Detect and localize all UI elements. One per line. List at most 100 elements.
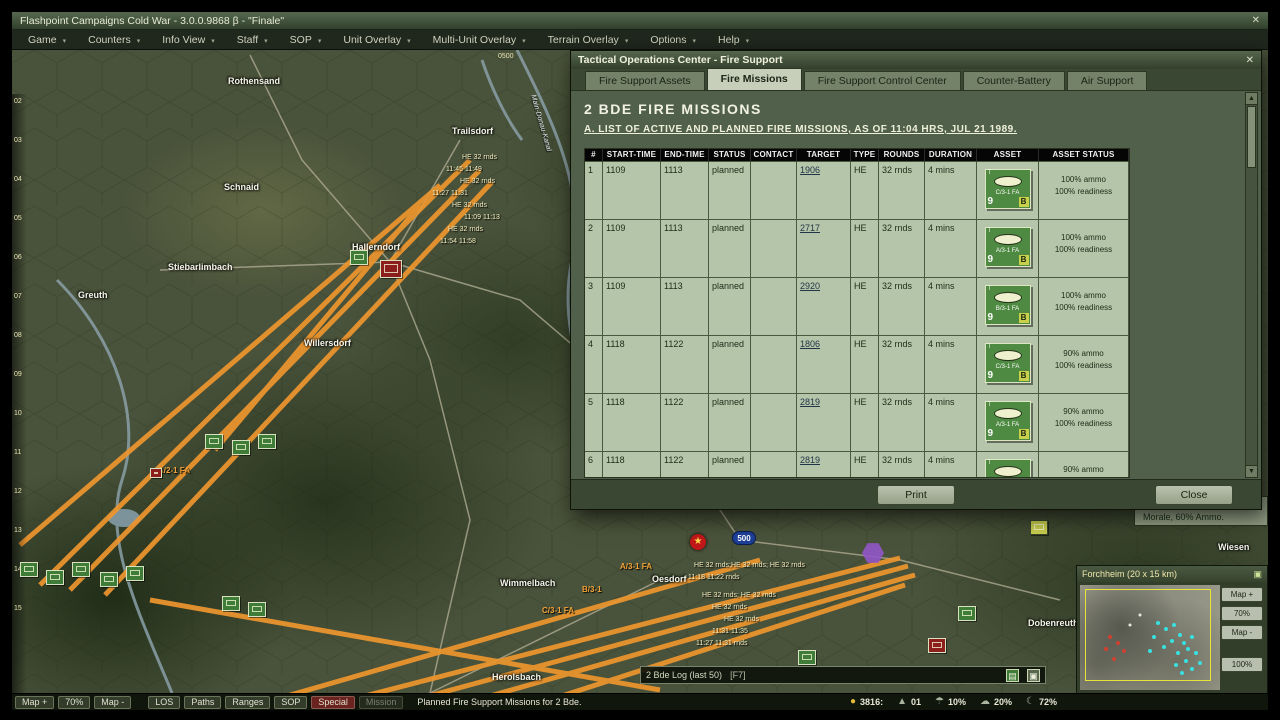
minimap-zoom-button[interactable]: 70% (1221, 606, 1263, 621)
toolbar-button[interactable]: Map + (15, 696, 54, 709)
print-button[interactable]: Print (877, 485, 955, 505)
unit-counter[interactable] (248, 602, 266, 617)
dialog-close-icon[interactable]: ✕ (1246, 55, 1254, 66)
minimap-zoom-button[interactable]: Map - (1221, 625, 1263, 640)
cell-rounds: 32 rnds (879, 220, 925, 278)
menu-item[interactable]: Help (710, 32, 757, 48)
cell-status: planned (709, 278, 751, 336)
indicator-icon: ▲ (897, 697, 907, 707)
unit-counter[interactable] (380, 260, 402, 278)
asset-counter[interactable]: T C/3-1 FA 9 B (985, 343, 1031, 383)
target-link[interactable]: 2920 (800, 281, 820, 291)
toolbar-button[interactable]: SOP (274, 696, 307, 709)
minimap-viewport-rect[interactable] (1085, 589, 1211, 681)
unit-counter[interactable] (150, 468, 162, 478)
place-label: Wiesen (1218, 542, 1249, 552)
menu-item[interactable]: Unit Overlay (335, 32, 418, 48)
unit-counter[interactable] (46, 570, 64, 585)
menu-item[interactable]: Terrain Overlay (540, 32, 637, 48)
map-marker[interactable]: 500 (732, 531, 756, 545)
menu-item[interactable]: Info View (154, 32, 223, 48)
dialog-tab[interactable]: Counter-Battery (963, 71, 1065, 90)
cell-duration: 4 mins (925, 452, 977, 478)
close-button[interactable]: Close (1155, 485, 1233, 505)
dialog-tab[interactable]: Fire Support Assets (585, 71, 705, 90)
target-link[interactable]: 1806 (800, 339, 820, 349)
asset-counter[interactable]: T B/3-1 FA 9 B (985, 459, 1031, 478)
cell-number: 1 (585, 162, 603, 220)
fire-mission-row[interactable]: 2 1109 1113 planned 2717 HE 32 rnds 4 mi… (585, 220, 1129, 278)
unit-counter[interactable] (258, 434, 276, 449)
cell-duration: 4 mins (925, 278, 977, 336)
dialog-tab[interactable]: Fire Support Control Center (804, 71, 961, 90)
toolbar-button[interactable]: Paths (184, 696, 221, 709)
hex-row-label: 03 (14, 137, 27, 144)
toolbar-button[interactable]: Special (311, 696, 355, 709)
target-link[interactable]: 2717 (800, 223, 820, 233)
unit-counter[interactable] (72, 562, 90, 577)
unit-counter[interactable] (100, 572, 118, 587)
fire-mission-row[interactable]: 5 1118 1122 planned 2819 HE 32 rnds 4 mi… (585, 394, 1129, 452)
dialog-tab[interactable]: Fire Missions (707, 68, 802, 90)
scroll-up-icon[interactable]: ▲ (1246, 93, 1257, 105)
artillery-symbol-icon (994, 408, 1022, 419)
unit-counter[interactable] (222, 596, 240, 611)
minimap-image[interactable] (1080, 585, 1220, 690)
toolbar-button[interactable]: Map - (94, 696, 131, 709)
scroll-down-icon[interactable]: ▼ (1246, 465, 1257, 477)
cell-type: HE (851, 452, 879, 478)
toolbar-button[interactable]: LOS (148, 696, 180, 709)
unit-counter[interactable] (232, 440, 250, 455)
unit-counter[interactable] (350, 250, 368, 265)
asset-readiness: 100% readiness (1042, 418, 1125, 430)
fire-mission-row[interactable]: 3 1109 1113 planned 2920 HE 32 rnds 4 mi… (585, 278, 1129, 336)
target-link[interactable]: 2819 (800, 455, 820, 465)
fire-mission-row[interactable]: 1 1109 1113 planned 1906 HE 32 rnds 4 mi… (585, 162, 1129, 220)
table-scrollbar[interactable]: ▲ ▼ (1245, 92, 1258, 478)
asset-ammo: 100% ammo (1042, 174, 1125, 186)
menu-item[interactable]: Game (20, 32, 74, 48)
target-link[interactable]: 1906 (800, 165, 820, 175)
cell-status: planned (709, 452, 751, 478)
log-pin-icon[interactable]: ▣ (1027, 669, 1040, 682)
menu-item[interactable]: Multi-Unit Overlay (425, 32, 534, 48)
minimap-zoom-button[interactable]: 100% (1221, 657, 1263, 672)
asset-counter[interactable]: T A/3-1 FA 9 B (985, 401, 1031, 441)
minimap-zoom-button[interactable]: Map + (1221, 587, 1263, 602)
menu-item[interactable]: Options (642, 32, 704, 48)
map-marker[interactable]: ★ (690, 534, 706, 550)
dialog-tab[interactable]: Air Support (1067, 71, 1148, 90)
minimap-menu-icon[interactable]: ▣ (1253, 569, 1262, 580)
cell-type: HE (851, 394, 879, 452)
toolbar-button[interactable]: Mission (359, 696, 404, 709)
fire-mission-row[interactable]: 6 1118 1122 planned 2819 HE 32 rnds 4 mi… (585, 452, 1129, 478)
unit-counter[interactable] (126, 566, 144, 581)
log-bar[interactable]: 2 Bde Log (last 50) [F7] ▤ ▣ (640, 666, 1046, 684)
cell-end-time: 1122 (661, 394, 709, 452)
asset-readiness: 100% readiness (1042, 244, 1125, 256)
menu-item[interactable]: Counters (80, 32, 148, 48)
unit-counter[interactable] (1030, 520, 1048, 535)
log-expand-icon[interactable]: ▤ (1006, 669, 1019, 682)
asset-counter[interactable]: T C/3-1 FA 9 B (985, 169, 1031, 209)
asset-counter[interactable]: T B/3-1 FA 9 B (985, 285, 1031, 325)
target-link[interactable]: 2819 (800, 397, 820, 407)
window-titlebar[interactable]: Flashpoint Campaigns Cold War - 3.0.0.98… (12, 12, 1268, 30)
scroll-thumb[interactable] (1247, 106, 1256, 168)
toolbar-button[interactable]: Ranges (225, 696, 270, 709)
fire-mission-annotation: B/3-1 (582, 585, 602, 594)
fire-mission-row[interactable]: 4 1118 1122 planned 1806 HE 32 rnds 4 mi… (585, 336, 1129, 394)
column-header: ASSET STATUS (1039, 149, 1129, 162)
asset-counter[interactable]: T A/3-1 FA 9 B (985, 227, 1031, 267)
column-header: ASSET (977, 149, 1039, 162)
toolbar-button[interactable]: 70% (58, 696, 90, 709)
unit-counter[interactable] (205, 434, 223, 449)
unit-counter[interactable] (928, 638, 946, 653)
unit-counter[interactable] (20, 562, 38, 577)
unit-counter[interactable] (958, 606, 976, 621)
unit-counter[interactable] (798, 650, 816, 665)
menu-item[interactable]: Staff (229, 32, 276, 48)
window-close-icon[interactable]: ✕ (1252, 15, 1260, 26)
menu-item[interactable]: SOP (282, 32, 330, 48)
dialog-titlebar[interactable]: Tactical Operations Center - Fire Suppor… (571, 51, 1261, 69)
